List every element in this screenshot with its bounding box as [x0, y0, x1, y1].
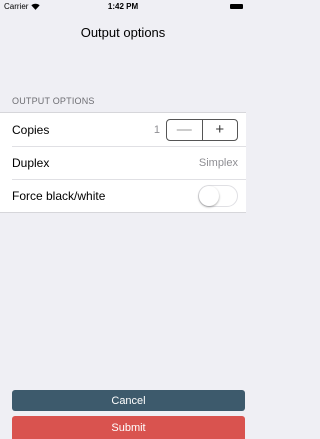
copies-stepper[interactable]: — +: [166, 118, 238, 141]
toggle-knob: [199, 185, 219, 206]
copies-row: Copies 1 — +: [0, 113, 246, 146]
options-group: Copies 1 — + Duplex Simplex Force black/…: [0, 112, 246, 213]
submit-button[interactable]: Submit: [12, 416, 245, 439]
duplex-label: Duplex: [12, 155, 50, 170]
cancel-button[interactable]: Cancel: [12, 390, 245, 411]
force-bw-label: Force black/white: [12, 188, 106, 203]
force-bw-toggle[interactable]: [198, 184, 238, 207]
copies-value: 1: [153, 123, 160, 136]
copies-label: Copies: [12, 122, 50, 137]
force-bw-row: Force black/white: [0, 179, 246, 212]
status-bar: Carrier 1:42 PM: [0, 0, 246, 14]
duplex-row[interactable]: Duplex Simplex: [0, 146, 246, 179]
decrement-button[interactable]: —: [167, 119, 203, 140]
battery-icon: [230, 4, 243, 9]
page-title: Output options: [80, 25, 166, 40]
section-header: OUTPUT OPTIONS: [12, 96, 95, 106]
status-time: 1:42 PM: [107, 2, 139, 11]
copies-control: 1 — +: [154, 113, 238, 146]
duplex-value[interactable]: Simplex: [199, 157, 238, 169]
increment-button[interactable]: +: [203, 120, 238, 140]
